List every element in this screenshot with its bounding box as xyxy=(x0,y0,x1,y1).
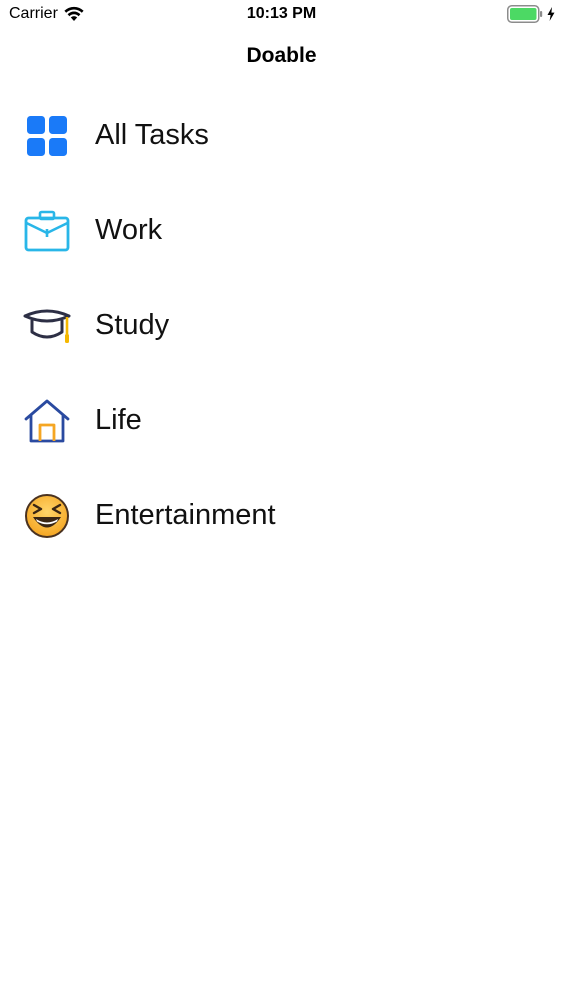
category-list: All Tasks Work Study Life Entertainment xyxy=(0,88,563,563)
category-row-work[interactable]: Work xyxy=(0,183,563,278)
category-label: Study xyxy=(95,309,170,341)
status-time: 10:13 PM xyxy=(246,5,317,22)
graduation-cap-icon xyxy=(23,302,71,350)
category-row-study[interactable]: Study xyxy=(0,278,563,373)
category-row-all-tasks[interactable]: All Tasks xyxy=(0,88,563,183)
page-title: Doable xyxy=(246,44,317,67)
briefcase-icon xyxy=(23,207,71,255)
status-bar: Carrier 10:13 PM xyxy=(0,0,563,30)
battery-icon xyxy=(507,5,543,23)
category-label: All Tasks xyxy=(95,119,209,151)
category-row-entertainment[interactable]: Entertainment xyxy=(0,468,563,563)
category-row-life[interactable]: Life xyxy=(0,373,563,468)
category-label: Work xyxy=(95,214,163,246)
house-icon xyxy=(23,397,71,445)
category-label: Life xyxy=(95,404,142,436)
battery-area xyxy=(507,5,555,23)
grid-icon xyxy=(23,112,71,160)
category-label: Entertainment xyxy=(95,499,276,531)
navigation-bar: Doable xyxy=(0,30,563,86)
charging-bolt-icon xyxy=(547,7,555,21)
laughing-face-icon xyxy=(23,492,71,540)
